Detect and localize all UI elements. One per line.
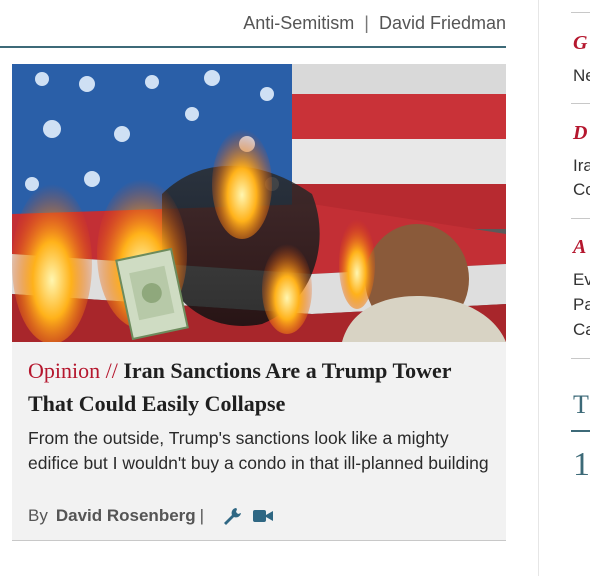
divider [571, 358, 590, 359]
section-heading: T [573, 390, 589, 419]
article-summary: From the outside, Trump's sanctions look… [28, 428, 489, 473]
article-headline[interactable]: Opinion // Iran Sanctions Are a Trump To… [28, 354, 494, 420]
divider [571, 103, 590, 104]
article-card[interactable]: Opinion // Iran Sanctions Are a Trump To… [12, 64, 506, 541]
list-number: 1 [573, 446, 590, 483]
right-item-text[interactable]: Co [573, 178, 590, 202]
article-tags: Anti-Semitism | David Friedman [0, 0, 506, 48]
right-item-title[interactable]: A [573, 236, 586, 259]
section-label[interactable]: Opinion [28, 358, 100, 383]
right-item-title[interactable]: D [573, 122, 587, 145]
author-link[interactable]: David Rosenberg [56, 506, 196, 526]
right-item-text[interactable]: Ev [573, 268, 590, 292]
divider [571, 12, 590, 13]
right-item-text[interactable]: Ca [573, 318, 590, 342]
right-item-text[interactable]: Ne [573, 64, 590, 88]
burning-flag-image[interactable] [12, 64, 506, 342]
byline-separator: | [199, 506, 205, 525]
tag-separator: | [364, 12, 369, 33]
section-heading-rule [571, 430, 590, 432]
tag-link-david-friedman[interactable]: David Friedman [379, 13, 506, 34]
video-icon [253, 510, 274, 522]
divider [571, 218, 590, 219]
byline: By David Rosenberg | [28, 506, 274, 526]
wrench-icon [224, 508, 242, 525]
right-column: G Ne D Ira Co A Ev Pa Ca T 1 [538, 0, 590, 576]
right-item-text[interactable]: Ira [573, 154, 590, 178]
right-item-title[interactable]: G [573, 32, 587, 55]
tag-link-anti-semitism[interactable]: Anti-Semitism [243, 13, 354, 34]
byline-prefix: By [28, 506, 48, 525]
label-separator: // [105, 358, 118, 383]
right-item-text[interactable]: Pa [573, 293, 590, 317]
